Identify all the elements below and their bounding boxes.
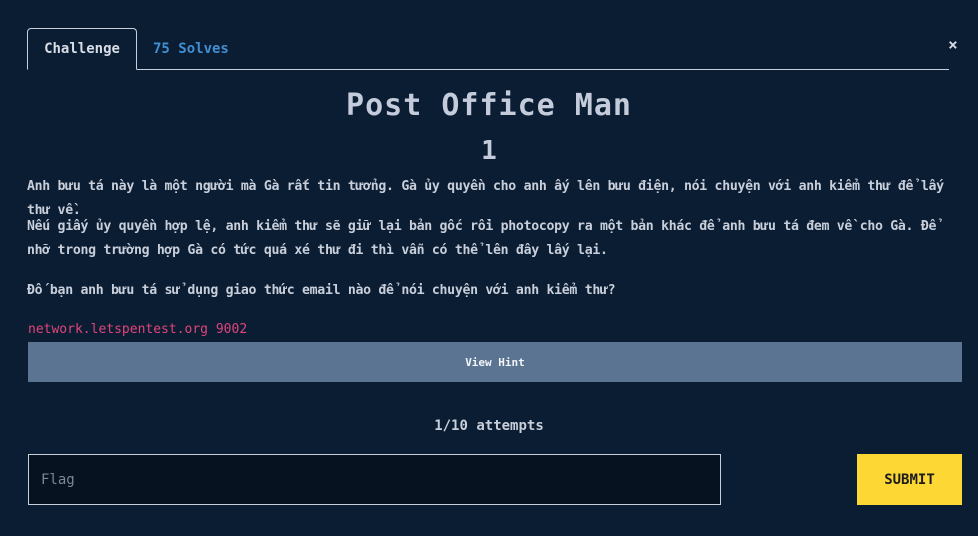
tab-challenge[interactable]: Challenge [27, 28, 137, 70]
view-hint-button[interactable]: View Hint [28, 342, 962, 382]
flag-input[interactable] [28, 454, 721, 505]
attempts-counter: 1/10 attempts [434, 418, 544, 434]
submit-button[interactable]: SUBMIT [857, 454, 962, 505]
challenge-title: Post Office Man [346, 88, 632, 123]
tab-solves[interactable]: 75 Solves [153, 28, 229, 70]
challenge-modal: Challenge 75 Solves × Post Office Man 1 … [0, 0, 978, 536]
description-paragraph: Đố bạn anh bưu tá sử dụng giao thức emai… [27, 283, 616, 298]
challenge-points: 1 [481, 136, 497, 166]
challenge-tabs: Challenge 75 Solves [27, 28, 949, 70]
close-icon[interactable]: × [945, 37, 961, 53]
description-paragraph: Nếu giấy ủy quyền hợp lệ, anh kiểm thư s… [27, 219, 937, 258]
connection-info: network.letspentest.org 9002 [28, 322, 248, 337]
